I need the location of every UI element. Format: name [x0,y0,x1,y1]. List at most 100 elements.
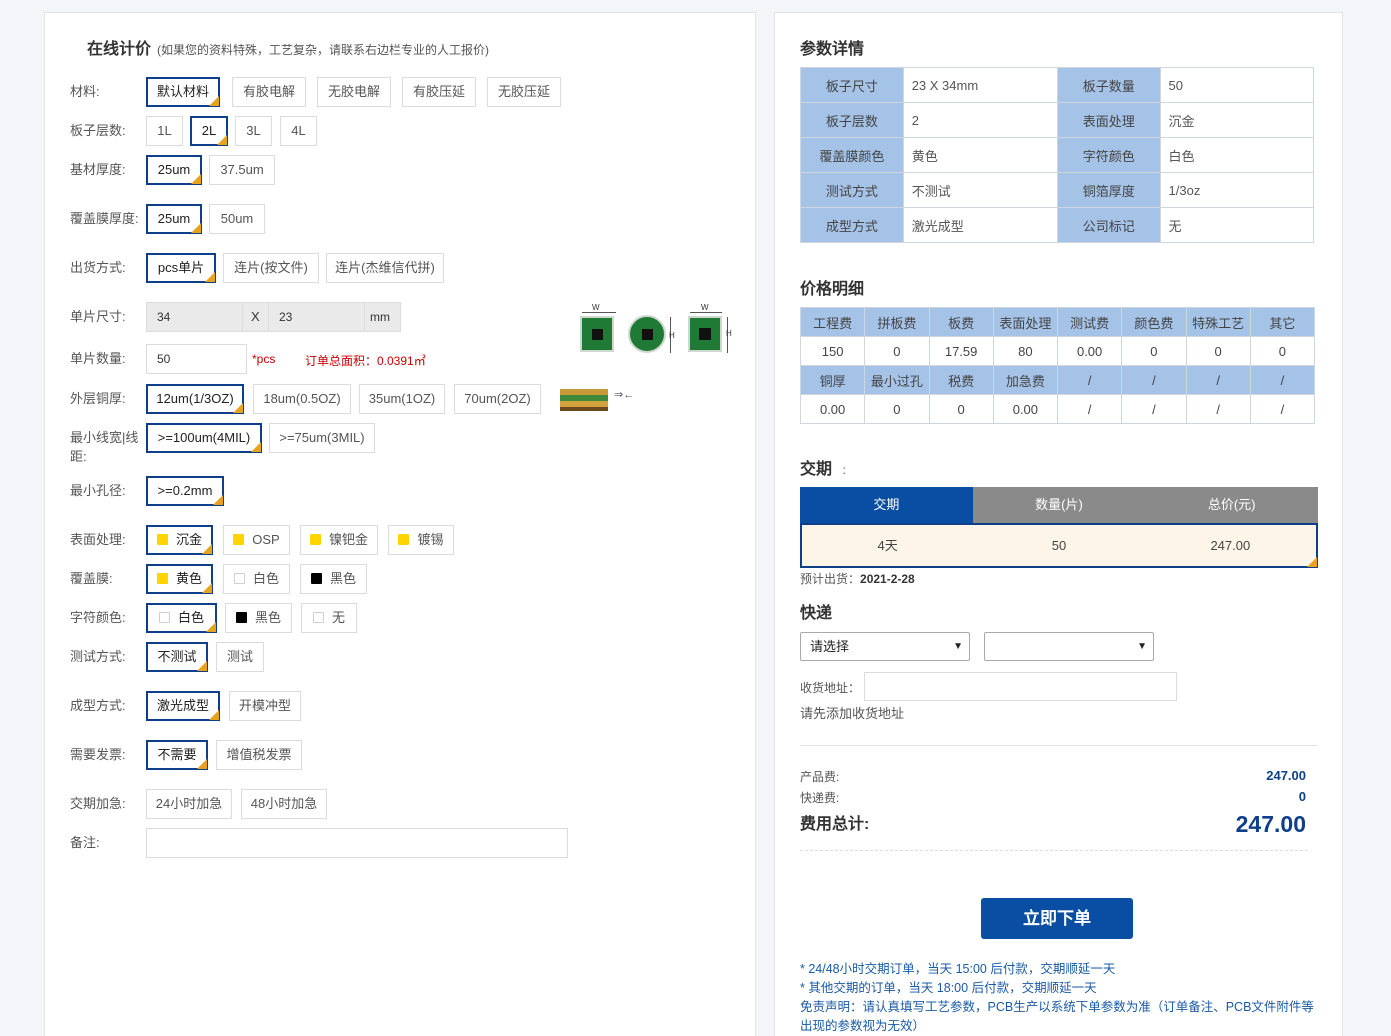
layers-option-1l[interactable]: 1L [146,116,183,146]
express-company-select[interactable]: 请选择 ▼ [800,632,970,661]
silkscreen-option-white[interactable]: 白色 [146,603,217,633]
copper-option-70um[interactable]: 70um(2OZ) [454,384,541,414]
params-row: 测试方式 不测试 铜箔厚度 1/3oz [800,172,1315,208]
price-value-row-cell: 80 [992,336,1059,366]
param-value: 沉金 [1159,102,1315,138]
dim-w2-label: W [701,303,709,312]
address-hint: 请先添加收货地址 [800,706,905,721]
price-header-row-cell: 加急费 [992,365,1059,395]
coverlay-option-black[interactable]: 黑色 [300,564,367,594]
min-hole-option-0-2[interactable]: >=0.2mm [146,476,224,506]
forming-option-laser[interactable]: 激光成型 [146,691,220,721]
material-option-adhesiveless-ed[interactable]: 无胶电解 [317,77,391,107]
surface-option-enepig[interactable]: 镍钯金 [300,525,378,555]
place-order-button[interactable]: 立即下单 [981,898,1133,939]
size-width-input[interactable]: 34 [146,302,243,332]
price-value-row-cell: / [1185,394,1251,424]
min-hole-label: 最小孔径: [70,483,126,498]
surface-option-tin[interactable]: 镀锡 [388,525,454,555]
cover-thickness-option-50[interactable]: 50um [209,204,265,234]
invoice-option-vat[interactable]: 增值税发票 [216,740,302,770]
copper-option-35um[interactable]: 35um(1OZ) [359,384,445,414]
min-trace-label: 最小线宽|线距: [70,430,139,464]
express-type-select[interactable]: ▼ [984,632,1154,661]
params-row: 成型方式 激光成型 公司标记无 [800,207,1315,243]
base-thickness-option-25[interactable]: 25um [146,155,202,185]
price-value-row-cell: 0.00 [1056,336,1123,366]
size-label: 单片尺寸: [70,309,126,324]
param-value: 激光成型 [902,207,1058,243]
copper-label: 外层铜厚: [70,391,126,406]
silkscreen-option-none[interactable]: 无 [301,603,357,633]
price-value-row-cell: 0 [1121,336,1187,366]
urgent-label: 交期加急: [70,796,126,811]
copper-option-18um[interactable]: 18um(0.5OZ) [253,384,351,414]
copper-option-12um[interactable]: 12um(1/3OZ) [146,384,244,414]
coverlay-option-black-text: 黑色 [329,571,356,586]
surface-option-enepig-text: 镍钯金 [328,532,368,547]
coverlay-option-white-text: 白色 [252,571,279,586]
price-header-row-cell: 表面处理 [992,307,1059,337]
forming-option-die[interactable]: 开模冲型 [229,691,301,721]
quote-title-note: (如果您的资料特殊，工艺复杂，请联系右边栏专业的人工报价) [157,43,490,57]
surface-option-enig-text: 沉金 [175,532,202,547]
eta: 预计出货：2021-2-28 [800,570,915,587]
params-row: 板子层数 2 表面处理 沉金 [800,102,1315,138]
param-value: 不测试 [902,172,1058,208]
coverlay-option-yellow[interactable]: 黄色 [146,564,213,594]
coverlay-option-white[interactable]: 白色 [223,564,290,594]
base-thickness-option-37-5[interactable]: 37.5um [209,155,275,185]
shipping-option-panel-file[interactable]: 连片(按文件) [223,253,319,283]
price-value-row-cell: 0.00 [799,394,866,424]
cover-thickness-option-25[interactable]: 25um [146,204,202,234]
pcb-round-diagram: H [626,315,678,359]
dropdown-caret-icon: ▼ [1137,641,1147,652]
dim-w-label: W [592,303,600,312]
material-option-adhesive-ed[interactable]: 有胶电解 [232,77,306,107]
param-key: 测试方式 [800,172,904,208]
delivery-table-header: 交期 数量(片) 总价(元) [800,487,1319,523]
delivery-row-selected[interactable]: 4天 50 247.00 [800,523,1318,568]
material-option-adhesive-ra[interactable]: 有胶压延 [402,77,476,107]
param-value: 50 [1159,67,1315,103]
test-option-test[interactable]: 测试 [216,642,264,672]
price-header-row-cell: / [1185,365,1251,395]
size-height-input[interactable]: 23 [268,302,365,332]
remark-input[interactable] [146,828,568,858]
material-option-adhesiveless-ra[interactable]: 无胶压延 [487,77,561,107]
urgent-option-48h[interactable]: 48小时加急 [241,789,327,819]
white-swatch-icon [158,612,170,623]
min-trace-option-3mil[interactable]: >=75um(3MIL) [269,423,375,453]
layers-option-4l[interactable]: 4L [280,116,317,146]
layers-option-3l[interactable]: 3L [235,116,272,146]
test-option-none[interactable]: 不测试 [146,642,208,672]
layers-option-2l[interactable]: 2L [190,116,228,146]
surface-option-enig[interactable]: 沉金 [146,525,213,555]
price-header-row-cell: 拼板费 [864,307,930,337]
test-label: 测试方式: [70,649,126,664]
surface-option-osp[interactable]: OSP [223,525,290,555]
pcb-panel-image [688,316,722,352]
eta-label: 预计出货： [800,572,861,586]
min-trace-option-4mil[interactable]: >=100um(4MIL) [146,423,262,453]
price-header-row-cell: 其它 [1249,307,1316,337]
delivery-col-days[interactable]: 交期 [800,487,973,523]
material-option-default[interactable]: 默认材料 [146,77,220,107]
quantity-input[interactable]: 50 [146,344,247,374]
urgent-option-24h[interactable]: 24小时加急 [146,789,232,819]
silkscreen-option-black[interactable]: 黑色 [225,603,292,633]
params-row: 覆盖膜颜色 黄色 字符颜色 白色 [800,137,1315,173]
shipping-option-pcs[interactable]: pcs单片 [146,253,216,283]
yellow-swatch-icon [398,534,410,545]
address-input[interactable] [864,672,1177,701]
copper-arrow-icon: ⇒← [614,389,635,401]
coverlay-option-yellow-text: 黄色 [175,571,202,586]
shipping-option-panel-jwx[interactable]: 连片(杰维信代拼) [326,253,444,283]
divider [800,745,1318,746]
price-value-row-cell: / [1121,394,1187,424]
price-header-row-cell: / [1249,365,1316,395]
invoice-option-none[interactable]: 不需要 [146,740,208,770]
price-header-row-cell: 铜厚 [799,365,866,395]
price-header-row-cell: / [1056,365,1123,395]
silkscreen-option-black-text: 黑色 [254,610,281,625]
